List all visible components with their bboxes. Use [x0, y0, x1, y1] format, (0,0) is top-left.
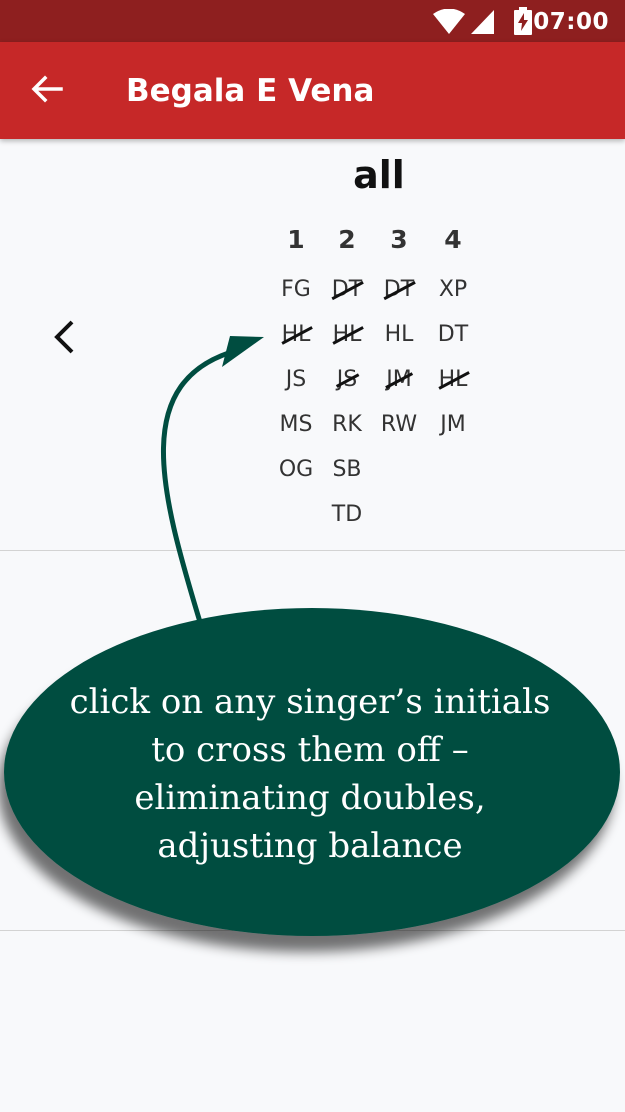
callout-line: eliminating doubles, — [134, 778, 486, 818]
callout-graphic — [4, 336, 620, 936]
callout-text: click on any singer’s initials to cross … — [60, 678, 560, 870]
callout-line: adjusting balance — [157, 826, 463, 866]
callout-line: to cross them off – — [151, 730, 469, 770]
arrow-head-icon — [222, 336, 264, 367]
callout-arrow — [161, 347, 239, 623]
callout-line: click on any singer’s initials — [69, 682, 551, 722]
